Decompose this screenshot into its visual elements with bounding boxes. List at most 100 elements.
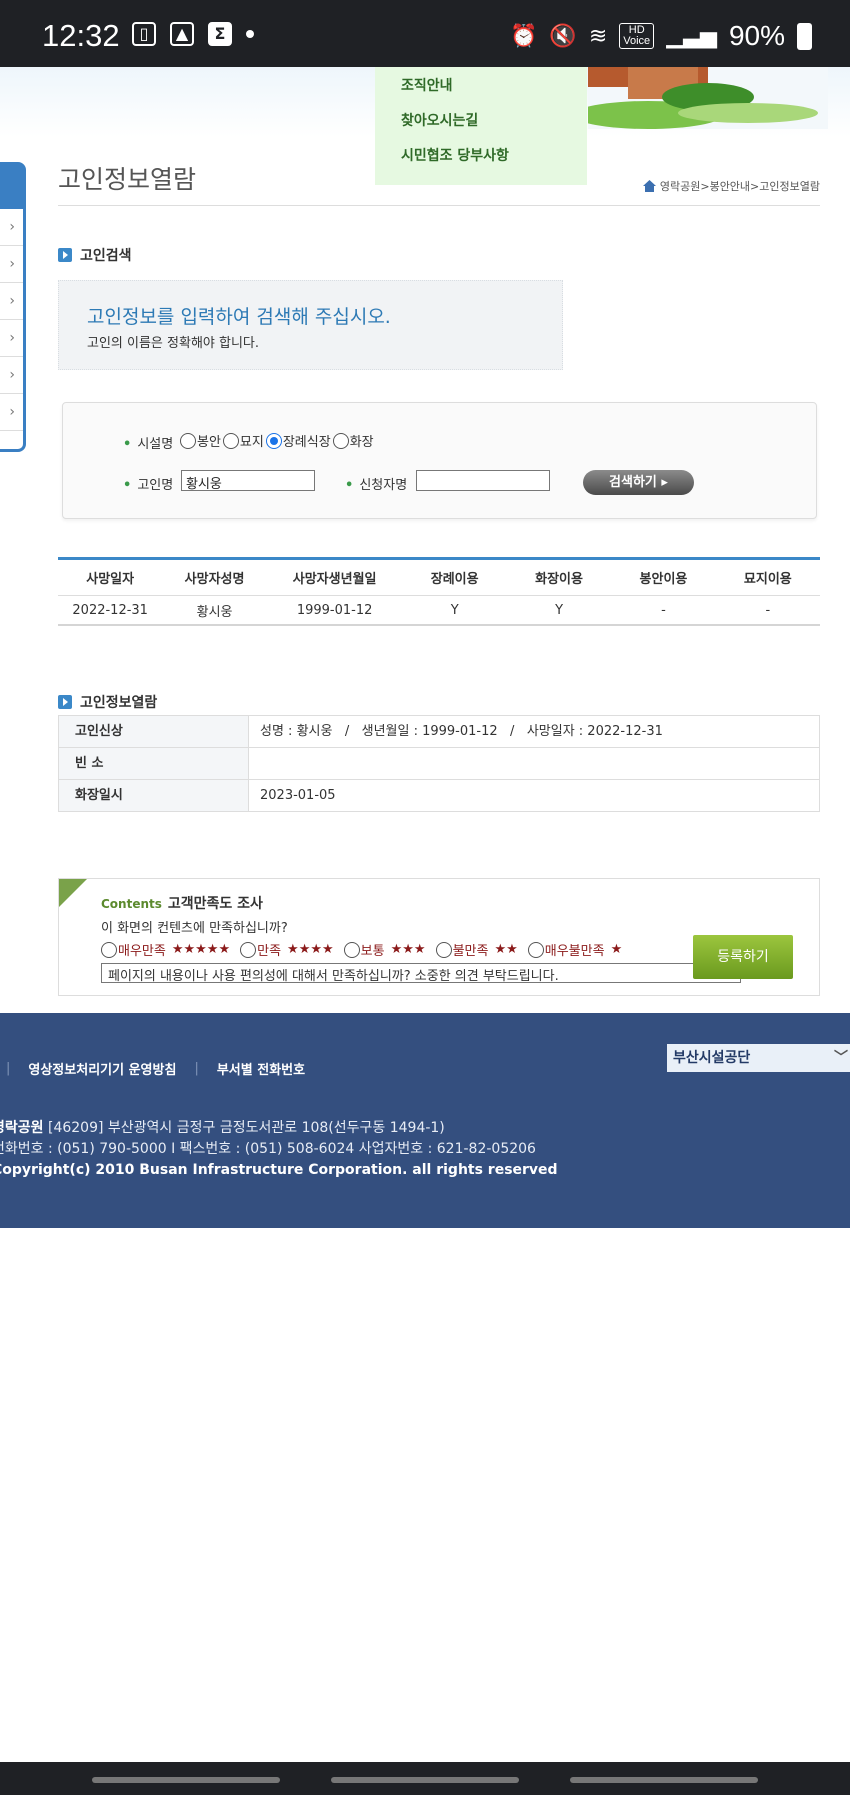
submenu-dropdown: 조직안내 찾아오시는길 시민협조 당부사항: [375, 67, 587, 185]
title-divider: [58, 205, 820, 206]
table-cell: 2022-12-31: [72, 602, 148, 618]
applicant-name-input[interactable]: [416, 470, 550, 491]
chevron-down-icon: ﹀: [834, 1050, 848, 1066]
table-row[interactable]: 2022-12-31 황시웅 1999-01-12 Y Y - -: [58, 596, 820, 626]
footer: | 영상정보처리기기 운영방침 | 부서별 전화번호 부산시설공단 ﹀ 영락공원 …: [0, 1013, 850, 1228]
sidebar-item[interactable]: ›: [0, 283, 23, 320]
facility-option-label: 묘지: [239, 435, 264, 450]
search-guide-box: 고인정보를 입력하여 검색해 주십시오. 고인의 이름은 정확해야 합니다.: [58, 280, 563, 370]
survey-radio-neutral[interactable]: [343, 941, 360, 958]
search-button[interactable]: 검색하기 ▸: [583, 470, 694, 495]
survey-radio-satisfied[interactable]: [240, 941, 257, 958]
applicant-label-text: 신청자명: [359, 478, 408, 493]
footer-contact: 전화번호 : (051) 790-5000 I 팩스번호 : (051) 508…: [0, 1141, 536, 1157]
label-bullet: •: [123, 437, 132, 452]
footer-separator: |: [6, 1061, 11, 1076]
status-bar: 12:32 ▯ ▲ Σ ⏰ 🔇 ≋ HD Voice ▁▃▅ 90%: [0, 0, 850, 67]
survey-option: 매우불만족 ★: [527, 940, 623, 959]
submenu-item-organization[interactable]: 조직안내: [375, 69, 587, 104]
results-table: 사망일자 사망자성명 사망자생년월일 장례이용 화장이용 봉안이용 묘지이용 2…: [58, 557, 820, 626]
info-key: 화장일시: [59, 780, 249, 811]
nav-home-button[interactable]: [331, 1777, 519, 1783]
table-header-row: 사망일자 사망자성명 사망자생년월일 장례이용 화장이용 봉안이용 묘지이용: [58, 560, 820, 596]
arrow-right-icon: ▸: [661, 475, 668, 490]
nav-recents-button[interactable]: [92, 1777, 280, 1783]
family-site-select[interactable]: 부산시설공단 ﹀: [667, 1044, 850, 1072]
survey-option-label: 만족: [257, 944, 282, 959]
sigma-icon: Σ: [208, 22, 232, 46]
label-bullet: •: [345, 478, 354, 493]
breadcrumb-path[interactable]: 영락공원>봉안안내>고인정보열람: [660, 178, 820, 194]
search-form: • 시설명 봉안 묘지 장례식장 화장 • 고인명 황시웅 • 신청자명 검색하기 ▸: [62, 402, 817, 519]
hd-voice-icon: HD Voice: [619, 23, 655, 49]
table-cell: -: [661, 602, 666, 618]
survey-radio-dissatisfied[interactable]: [435, 941, 452, 958]
star-rating-icons: ★: [610, 942, 623, 957]
table-cell: 1999-01-12: [296, 602, 373, 618]
column-header: 묘지이용: [743, 572, 792, 587]
survey-comment-input[interactable]: 페이지의 내용이나 사용 편의성에 대해서 만족하십니까? 소중한 의견 부탁드…: [101, 963, 741, 984]
column-header: 봉안이용: [639, 572, 688, 587]
star-rating-icons: ★★★★: [287, 942, 334, 957]
submenu-item-citizen-notice[interactable]: 시민협조 당부사항: [375, 139, 587, 174]
signal-icon: ▁▃▅: [666, 23, 717, 48]
facility-radio-myoji[interactable]: [222, 432, 239, 449]
survey-radio-very-satisfied[interactable]: [101, 941, 117, 958]
survey-option-label: 매우만족: [118, 944, 166, 959]
applicant-name-label: • 신청자명: [345, 474, 407, 493]
deceased-name-input[interactable]: 황시웅: [181, 470, 315, 492]
survey-option: 만족 ★★★★: [240, 940, 334, 959]
sidebar-item[interactable]: ›: [0, 394, 23, 431]
facility-radio-bongan[interactable]: [180, 432, 196, 449]
breadcrumb: 영락공원>봉안안내>고인정보열람: [642, 178, 820, 194]
star-rating-icons: ★★: [494, 942, 518, 957]
footer-link-phone-directory[interactable]: 부서별 전화번호: [217, 1059, 305, 1078]
sidebar-item[interactable]: ›: [0, 320, 23, 357]
guide-main-text: 고인정보를 입력하여 검색해 주십시오.: [87, 306, 391, 328]
footer-separator: |: [194, 1061, 199, 1076]
survey-option: 보통 ★★★: [343, 940, 426, 959]
survey-submit-button[interactable]: 등록하기: [693, 935, 793, 979]
info-row: 고인신상 성명 : 황시웅 / 생년월일 : 1999-01-12 / 사망일자…: [59, 716, 820, 748]
column-header: 사망일자: [86, 572, 135, 587]
survey-question: 이 화면의 컨텐츠에 만족하십니까?: [101, 921, 288, 936]
satisfaction-survey: Contents 고객만족도 조사 이 화면의 컨텐츠에 만족하십니까? 매우만족…: [58, 878, 820, 996]
wifi-icon: ≋: [588, 23, 608, 48]
facility-radio-cremation[interactable]: [332, 432, 349, 449]
search-section-heading: 고인검색: [58, 245, 132, 265]
voice-text: Voice: [623, 35, 651, 47]
star-rating-icons: ★★★: [390, 942, 426, 957]
chevron-right-icon: ›: [9, 404, 15, 420]
footer-link-cctv-policy[interactable]: 영상정보처리기기 운영방침: [28, 1059, 176, 1078]
nav-back-button[interactable]: [570, 1777, 758, 1783]
chevron-right-icon: ›: [9, 293, 15, 309]
search-section-title: 고인검색: [80, 248, 132, 264]
page-title: 고인정보열람: [58, 165, 197, 194]
submenu-item-directions[interactable]: 찾아오시는길: [375, 104, 587, 139]
footer-copyright: Copyright(c) 2010 Busan Infrastructure C…: [0, 1162, 558, 1178]
chevron-right-icon: ›: [9, 367, 15, 383]
facility-radio-funeral-hall[interactable]: [265, 432, 282, 449]
deceased-label-text: 고인명: [137, 478, 174, 493]
table-cell: Y: [450, 602, 459, 618]
info-row: 화장일시 2023-01-05: [59, 780, 820, 812]
star-rating-icons: ★★★★★: [171, 942, 231, 957]
left-sidebar-nav: › › › › › ›: [0, 162, 26, 452]
sidebar-item[interactable]: ›: [0, 357, 23, 394]
status-right: ⏰ 🔇 ≋ HD Voice ▁▃▅ 90%: [510, 20, 812, 52]
table-cell: 황시웅: [196, 604, 233, 620]
sidebar-item[interactable]: ›: [0, 209, 23, 246]
chevron-right-icon: ›: [9, 256, 15, 272]
info-value: 2023-01-05: [249, 780, 820, 811]
footer-address: [46209] 부산광역시 금정구 금정도서관로 108(선두구동 1494-1…: [47, 1120, 445, 1136]
sidebar-header: [0, 165, 23, 209]
survey-title-text: 고객만족도 조사: [167, 896, 263, 912]
sidebar-item[interactable]: ›: [0, 246, 23, 283]
guide-sub-text: 고인의 이름은 정확해야 합니다.: [87, 336, 260, 351]
contents-label: Contents: [101, 897, 162, 911]
info-row: 빈 소: [59, 748, 820, 780]
survey-options: 매우만족 ★★★★★ 만족 ★★★★ 보통 ★★★ 불만족 ★★ 매우불만족 ★: [101, 940, 632, 959]
column-header: 사망자생년월일: [292, 572, 377, 587]
table-cell: Y: [555, 602, 564, 618]
survey-radio-very-dissatisfied[interactable]: [527, 941, 544, 958]
